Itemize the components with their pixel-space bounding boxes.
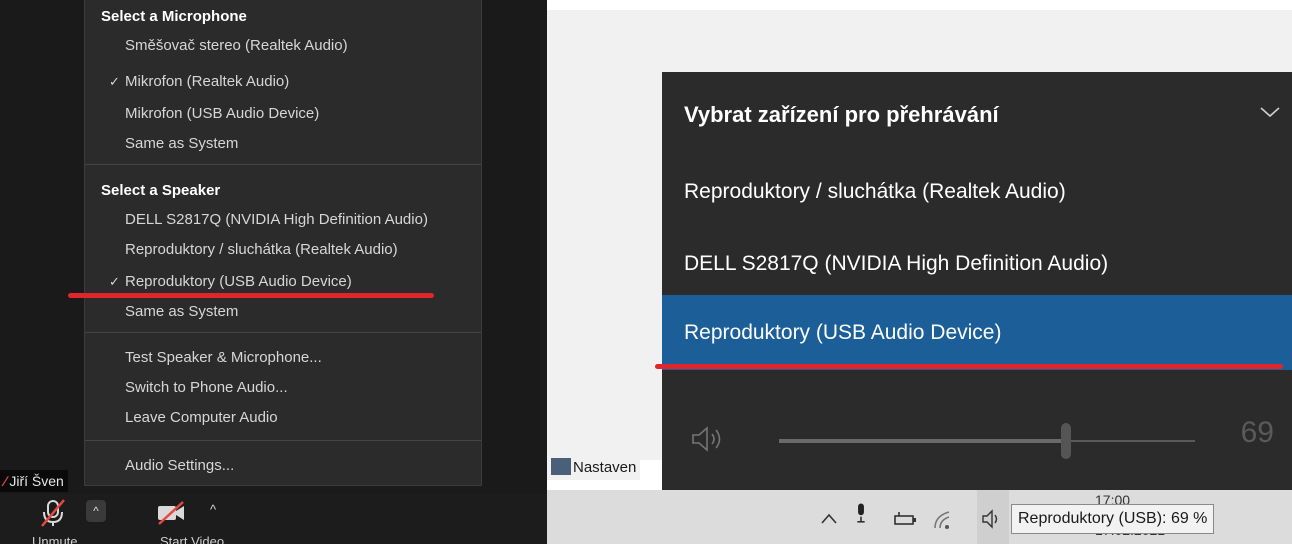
volume-value: 69 xyxy=(1240,416,1274,449)
flyout-title: Vybrat zařízení pro přehrávání xyxy=(684,102,999,127)
windows-desktop: Vybrat zařízení pro přehrávání Reprodukt… xyxy=(547,0,1292,544)
mic-option-same-as-system[interactable]: Same as System xyxy=(125,132,475,156)
speaker-icon[interactable] xyxy=(690,424,726,454)
microphone-icon[interactable] xyxy=(853,502,869,524)
microphone-section-header: Select a Microphone xyxy=(101,8,247,25)
menu-divider xyxy=(85,164,481,165)
device-option-usb[interactable]: Reproduktory (USB Audio Device) xyxy=(662,295,1292,370)
speaker-option-dell[interactable]: DELL S2817Q (NVIDIA High Definition Audi… xyxy=(125,208,475,232)
speaker-icon xyxy=(982,509,998,529)
settings-taskbar-label[interactable]: Nastaven xyxy=(547,456,641,480)
zoom-audio-menu: Select a Microphone ✓ Směšovač stereo (R… xyxy=(84,0,482,486)
volume-tooltip: Reproduktory (USB): 69 % xyxy=(1011,504,1215,534)
settings-app-icon xyxy=(551,458,571,475)
audio-options-caret[interactable]: ^ xyxy=(86,500,106,522)
speaker-option-usb[interactable]: Reproduktory (USB Audio Device) xyxy=(125,270,475,294)
speaker-option-same-as-system[interactable]: Same as System xyxy=(125,300,475,324)
participant-name-tag: ∕ Jiří Šven xyxy=(0,470,68,492)
menu-divider xyxy=(85,332,481,333)
checkmark-icon: ✓ xyxy=(109,274,120,289)
test-speaker-mic-option[interactable]: Test Speaker & Microphone... xyxy=(125,346,475,370)
mic-option-stereo-mix[interactable]: Směšovač stereo (Realtek Audio) xyxy=(125,34,475,58)
checkmark-icon: ✓ xyxy=(109,74,120,89)
switch-phone-audio-option[interactable]: Switch to Phone Audio... xyxy=(125,376,475,400)
video-options-caret[interactable]: ^ xyxy=(210,502,216,517)
video-off-icon xyxy=(158,501,184,525)
device-option-dell[interactable]: DELL S2817Q (NVIDIA High Definition Audi… xyxy=(662,226,1292,301)
speaker-section-header: Select a Speaker xyxy=(101,182,221,199)
unmute-label: Unmute xyxy=(32,534,78,544)
wifi-icon[interactable] xyxy=(931,508,955,530)
audio-settings-option[interactable]: Audio Settings... xyxy=(125,454,475,478)
menu-divider xyxy=(85,440,481,441)
power-plug-icon[interactable] xyxy=(893,508,917,530)
taskbar: 17:00 17.02.2021 Reproduktory (USB): 69 … xyxy=(547,490,1292,544)
settings-label: Nastaven xyxy=(573,459,637,476)
annotation-underline xyxy=(68,293,434,298)
volume-tray-button[interactable] xyxy=(977,490,1009,544)
mic-option-usb[interactable]: Mikrofon (USB Audio Device) xyxy=(125,102,475,126)
annotation-underline xyxy=(655,364,1283,369)
leave-computer-audio-option[interactable]: Leave Computer Audio xyxy=(125,406,475,430)
chevron-up-icon[interactable] xyxy=(819,508,839,530)
zoom-window: Select a Microphone ✓ Směšovač stereo (R… xyxy=(0,0,547,544)
start-video-label: Start Video xyxy=(160,534,225,544)
muted-mic-icon: ∕ xyxy=(4,473,7,489)
start-video-button[interactable]: Start Video xyxy=(150,494,230,544)
volume-row: 69 xyxy=(662,402,1292,472)
playback-device-flyout: Vybrat zařízení pro přehrávání Reprodukt… xyxy=(662,72,1292,490)
unmute-button[interactable]: Unmute xyxy=(28,494,88,544)
mic-option-realtek[interactable]: Mikrofon (Realtek Audio) xyxy=(125,70,475,94)
speaker-option-realtek[interactable]: Reproduktory / sluchátka (Realtek Audio) xyxy=(125,238,475,262)
device-option-realtek[interactable]: Reproduktory / sluchátka (Realtek Audio) xyxy=(662,154,1292,229)
zoom-toolbar: Unmute ^ Start Video ^ xyxy=(0,494,547,544)
volume-fill xyxy=(779,439,1067,443)
mic-muted-icon xyxy=(41,499,65,527)
participant-name: Jiří Šven xyxy=(9,473,64,489)
chevron-down-icon[interactable] xyxy=(1258,102,1282,122)
volume-slider-thumb[interactable] xyxy=(1061,423,1072,459)
